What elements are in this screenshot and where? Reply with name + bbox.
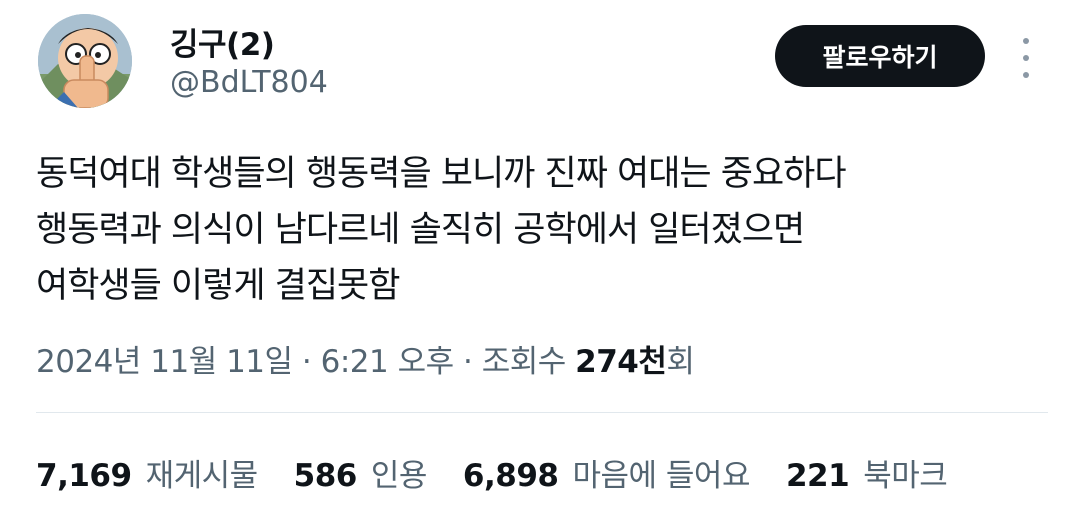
tweet-line: 여학생들 이렇게 결집못함 [36, 266, 400, 306]
divider [36, 412, 1048, 413]
more-dot [1023, 72, 1029, 78]
stat-count: 221 [785, 458, 850, 494]
more-dot [1023, 55, 1029, 61]
author-display-name[interactable]: 깅구(2) [170, 19, 275, 64]
views-label: 조회수 [481, 344, 567, 380]
avatar[interactable] [38, 14, 132, 108]
tweet-date[interactable]: 2024년 11월 11일 [36, 344, 293, 380]
meta-separator: · [463, 344, 473, 380]
tweet-text: 동덕여대 학생들의 행동력을 보니까 진짜 여대는 중요하다 행동력과 의식이 … [36, 146, 1046, 314]
tweet-line: 동덕여대 학생들의 행동력을 보니까 진짜 여대는 중요하다 [36, 154, 847, 194]
more-dot [1023, 38, 1029, 44]
stat-label: 재게시물 [145, 458, 259, 494]
more-vertical-icon[interactable] [1014, 38, 1038, 78]
stat-reposts[interactable]: 7,169 재게시물 [36, 450, 258, 495]
stat-count: 586 [293, 458, 358, 494]
views-count: 274천 [575, 344, 667, 380]
stat-label: 인용 [370, 458, 428, 494]
stat-label: 마음에 들어요 [572, 458, 750, 494]
meta-separator: · [301, 344, 312, 380]
stat-likes[interactable]: 6,898 마음에 들어요 [462, 450, 751, 495]
stat-bookmarks[interactable]: 221 북마크 [785, 450, 948, 495]
tweet-meta: 2024년 11월 11일 · 6:21 오후 · 조회수 274천회 [36, 336, 695, 381]
stat-quotes[interactable]: 586 인용 [293, 450, 428, 495]
stat-count: 7,169 [36, 458, 132, 494]
follow-button[interactable]: 팔로우하기 [775, 25, 985, 87]
views-suffix: 회 [666, 344, 695, 380]
engagement-stats: 7,169 재게시물 586 인용 6,898 마음에 들어요 221 북마크 [36, 450, 983, 495]
stat-count: 6,898 [462, 458, 559, 494]
tweet-time[interactable]: 6:21 오후 [321, 344, 455, 380]
author-handle[interactable]: @BdLT804 [170, 65, 328, 100]
stat-label: 북마크 [863, 458, 948, 494]
avatar-cartoon-icon [38, 14, 132, 108]
tweet-line: 행동력과 의식이 남다르네 솔직히 공학에서 일터졌으면 [36, 210, 805, 250]
